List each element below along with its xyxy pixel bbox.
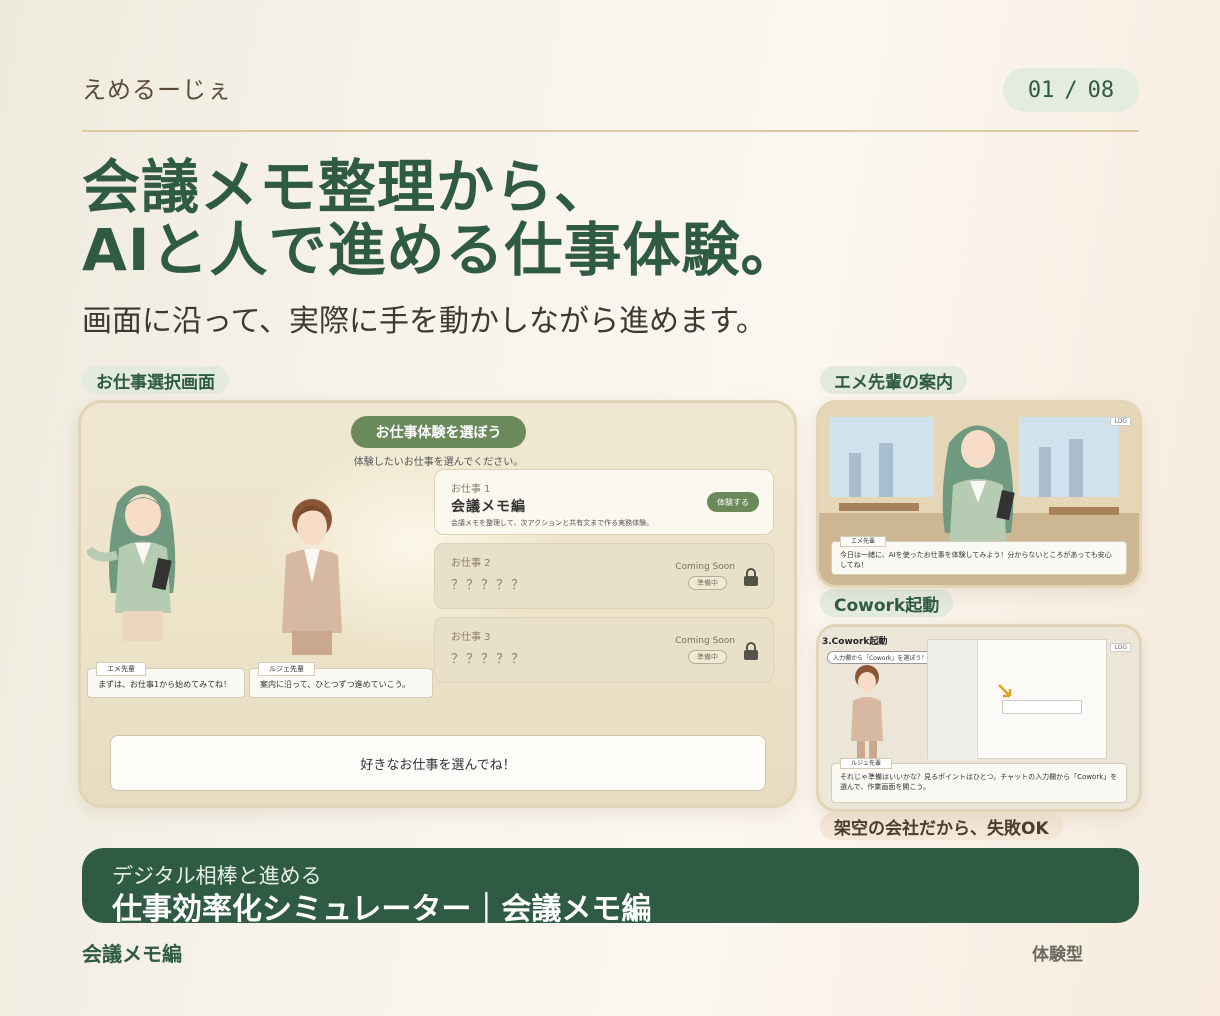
footer-type: 体験型: [1032, 945, 1083, 965]
status-badge: 準備中: [688, 650, 727, 664]
eme-character-illustration: [87, 485, 176, 641]
job-name-hidden: ？？？？？: [451, 578, 527, 593]
status-badge: 準備中: [688, 576, 727, 590]
job-card-2: お仕事 2 ？？？？？ Coming Soon 準備中: [434, 543, 774, 609]
label-fail-ok: 架空の会社だから、失敗OK: [820, 812, 1063, 840]
log-button[interactable]: LOG: [1110, 417, 1131, 426]
step-heading: 3.Cowork起動: [822, 637, 888, 647]
speech-text: まずは、お仕事1から始めてみてね！: [98, 680, 232, 689]
banner-title: 仕事効率化シミュレーター｜会議メモ編: [112, 892, 652, 927]
speaker-name: エメ先輩: [96, 662, 146, 676]
label-guide: エメ先輩の案内: [820, 366, 967, 394]
speaker-name: ルジェ先輩: [840, 758, 893, 769]
arrow-pointer-icon: [998, 684, 1012, 698]
page-total: 08: [1087, 77, 1115, 103]
chat-input-mock: [1002, 700, 1082, 714]
job-card-1[interactable]: お仕事 1 会議メモ編 会議メモを整理して、次アクションと共有文まで作る実務体験…: [434, 469, 774, 535]
job-tag: お仕事 1: [451, 484, 491, 495]
start-job-button[interactable]: 体験する: [707, 492, 759, 512]
page-indicator: 01 / 08: [1003, 68, 1139, 112]
coming-soon-label: Coming Soon: [675, 562, 735, 572]
ruje-character-illustration: [851, 665, 883, 759]
speech-text: 案内に沿って、ひとつずつ進めていこう。: [260, 680, 411, 689]
page-separator: /: [1064, 77, 1078, 103]
ruje-character-illustration: [282, 499, 342, 655]
brand-name: えめるーじぇ: [82, 76, 232, 104]
cowork-screenshot: 3.Cowork起動 入力欄から「Cowork」を選ぼう！ LOG ルジェ先輩 …: [816, 624, 1142, 812]
lock-icon: [744, 642, 758, 660]
speech-bubble-eme: エメ先輩 今日は一緒に、AIを使ったお仕事を体験してみよう！分からないところがあ…: [831, 536, 1127, 575]
footer-category: 会議メモ編: [82, 942, 182, 966]
lock-icon: [744, 568, 758, 586]
guide-screenshot: LOG エメ先輩 今日は一緒に、AIを使ったお仕事を体験してみよう！分からないと…: [816, 400, 1142, 588]
page-title-line2: AIと人で進める仕事体験。: [82, 216, 800, 284]
job-name-hidden: ？？？？？: [451, 652, 527, 667]
page-current: 01: [1027, 77, 1055, 103]
page-title-line1: 会議メモ整理から、: [82, 153, 614, 221]
message-box: 好きなお仕事を選んでね！: [110, 735, 766, 791]
job-name: 会議メモ編: [451, 499, 526, 515]
label-cowork: Cowork起動: [820, 589, 954, 617]
app-window-mock: [927, 639, 1107, 760]
job-card-3: お仕事 3 ？？？？？ Coming Soon 準備中: [434, 617, 774, 683]
speaker-name: エメ先輩: [840, 536, 887, 547]
speaker-name: ルジェ先輩: [258, 662, 315, 676]
app-sidebar-mock: [928, 640, 978, 760]
job-description: 会議メモを整理して、次アクションと共有文まで作る実務体験。: [451, 519, 654, 527]
log-button[interactable]: LOG: [1110, 643, 1131, 652]
coming-soon-label: Coming Soon: [675, 636, 735, 646]
page-subtitle: 画面に沿って、実際に手を動かしながら進めます。: [82, 304, 766, 339]
header-divider: [82, 130, 1139, 132]
job-tag: お仕事 3: [451, 632, 491, 643]
job-select-screenshot: お仕事体験を選ぼう 体験したいお仕事を選んでください。 お仕事 1 会議メモ編 …: [78, 400, 797, 808]
product-banner: デジタル相棒と進める 仕事効率化シミュレーター｜会議メモ編: [82, 848, 1139, 927]
speech-text: 今日は一緒に、AIを使ったお仕事を体験してみよう！分からないところがあっても安心…: [840, 551, 1112, 569]
speech-bubble-ruje: ルジェ先輩 案内に沿って、ひとつずつ進めていこう。: [249, 662, 433, 698]
label-job-select-screen: お仕事選択画面: [82, 366, 229, 394]
choose-job-instruction: 体験したいお仕事を選んでください。: [353, 457, 524, 468]
speech-bubble-eme: エメ先輩 まずは、お仕事1から始めてみてね！: [87, 662, 245, 698]
speech-bubble-ruje: ルジェ先輩 それじゃ準備はいいかな？見るポイントはひとつ。チャットの入力欄から「…: [831, 758, 1127, 803]
job-tag: お仕事 2: [451, 558, 491, 569]
choose-job-button[interactable]: お仕事体験を選ぼう: [351, 416, 526, 448]
speech-text: それじゃ準備はいいかな？見るポイントはひとつ。チャットの入力欄から「Cowork…: [840, 773, 1118, 791]
